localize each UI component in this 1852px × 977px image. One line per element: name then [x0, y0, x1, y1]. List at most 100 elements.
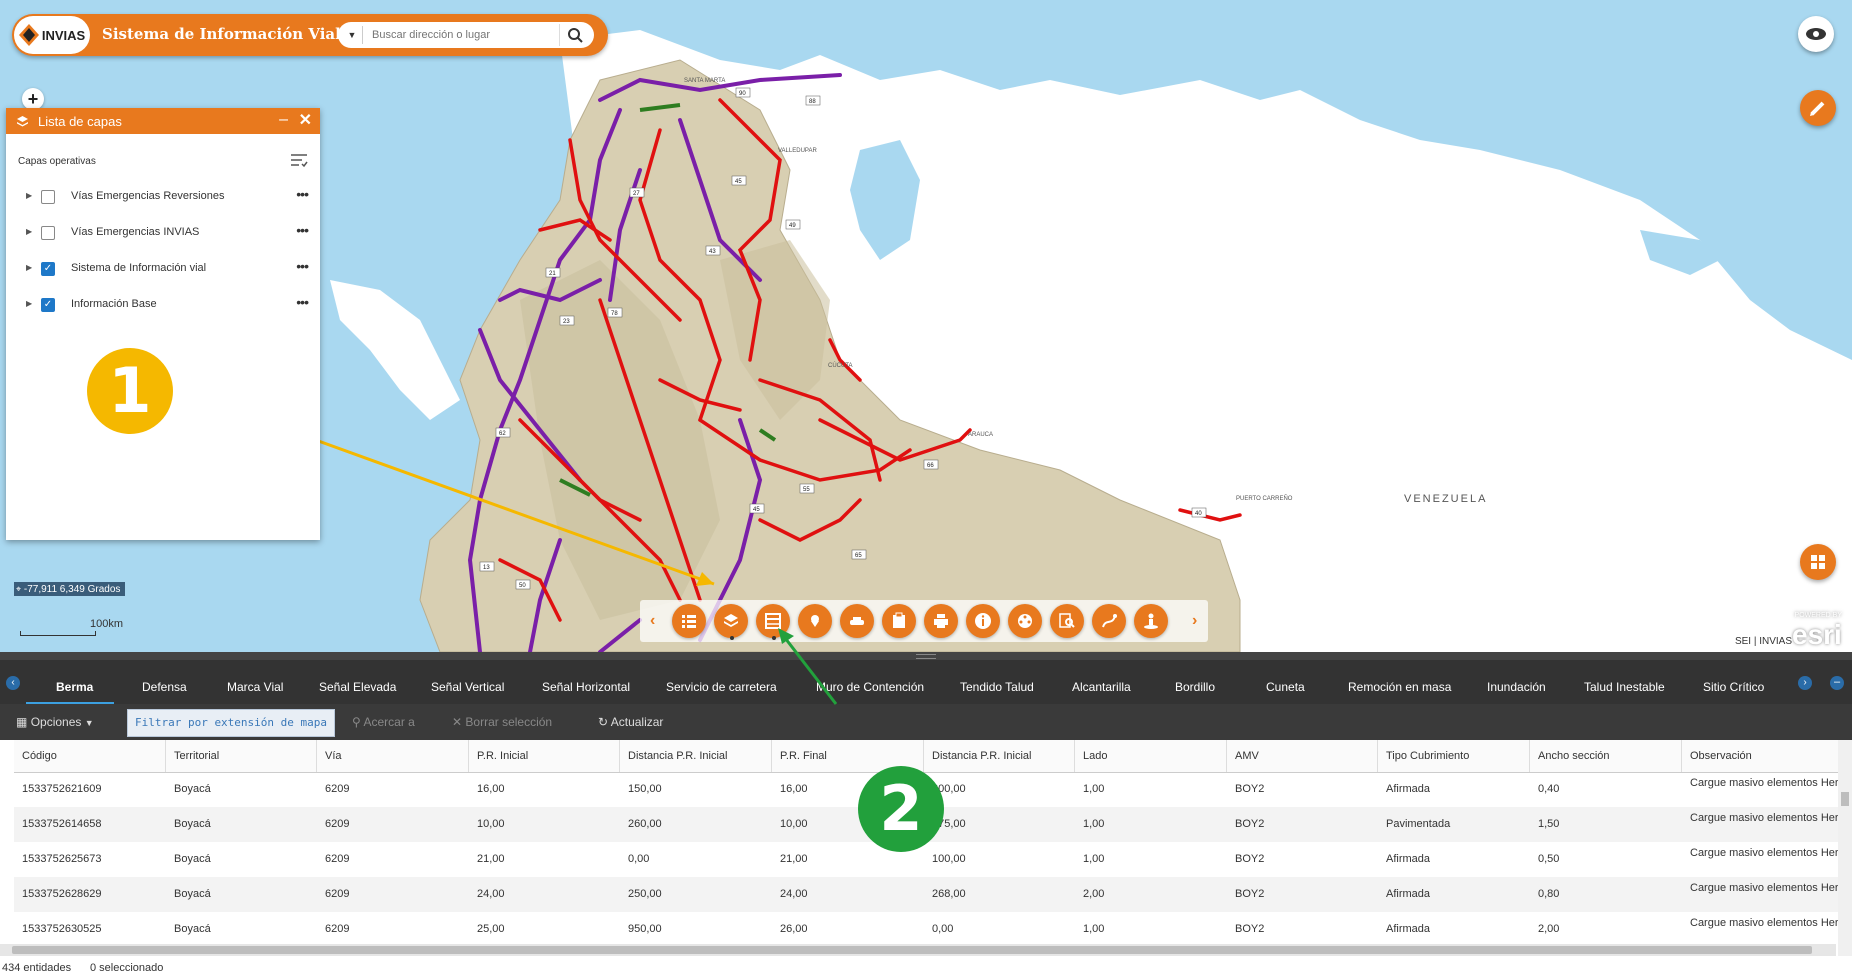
column-header[interactable]: Código [14, 740, 166, 772]
table-row[interactable]: 1533752628629 Boyacá 6209 24,00 250,00 24,00 2… [14, 877, 1838, 912]
legend-tool[interactable] [672, 604, 706, 638]
tab-senal-horizontal[interactable]: Señal Horizontal [542, 680, 630, 694]
person-location-tool[interactable] [1134, 604, 1168, 638]
column-header[interactable]: Distancia P.R. Inicial [620, 740, 772, 772]
film-tool[interactable] [1008, 604, 1042, 638]
search-source-dropdown[interactable]: ▼ [342, 26, 363, 44]
column-header[interactable]: Observación [1682, 740, 1838, 772]
info-icon [975, 613, 991, 629]
tab-alcantarilla[interactable]: Alcantarilla [1072, 680, 1131, 694]
layer-item[interactable]: ▶ Vías Emergencias Reversiones ••• [6, 182, 320, 212]
vertical-scrollbar[interactable] [1838, 740, 1852, 956]
zoom-in-button[interactable]: + [22, 88, 44, 110]
column-header[interactable]: Lado [1075, 740, 1227, 772]
tabs-scroll-left-icon[interactable]: ‹ [6, 676, 20, 690]
coordinates-readout: ⌖ -77,911 6,349 Grados [14, 582, 126, 596]
table-cell: Boyacá [174, 888, 211, 900]
page-dot[interactable] [730, 636, 734, 640]
table-row[interactable]: 1533752630525 Boyacá 6209 25,00 950,00 26,00 0… [14, 912, 1838, 947]
road-label: 43 [709, 249, 716, 255]
collapse-panel-icon[interactable]: – [1830, 676, 1844, 690]
person-pin-icon [1144, 613, 1158, 629]
table-cell: 0,00 [628, 853, 650, 865]
route-tool[interactable] [1092, 604, 1126, 638]
filter-by-extent-button[interactable]: Filtrar por extensión de mapa [127, 709, 335, 737]
more-options-icon[interactable]: ••• [296, 186, 309, 202]
tab-berma[interactable]: Berma [56, 680, 93, 694]
tab-talud-inestable[interactable]: Talud Inestable [1584, 680, 1665, 694]
tabs-scroll-right-icon[interactable]: › [1798, 676, 1812, 690]
tab-tendido-talud[interactable]: Tendido Talud [960, 680, 1034, 694]
chevron-left-icon[interactable]: ‹ [650, 612, 655, 630]
tab-inundacion[interactable]: Inundación [1487, 680, 1546, 694]
column-header[interactable]: Territorial [166, 740, 317, 772]
tab-cuneta[interactable]: Cuneta [1266, 680, 1305, 694]
map-view[interactable]: VENEZUELA ARAUCA PUERTO CARREÑO CÚCUTA S… [0, 0, 1852, 652]
column-header[interactable]: Ancho sección [1530, 740, 1682, 772]
road-label: 21 [549, 271, 556, 277]
edit-button[interactable] [1800, 90, 1836, 126]
tab-bordillo[interactable]: Bordillo [1175, 680, 1215, 694]
report-tool[interactable] [882, 604, 916, 638]
layer-checkbox[interactable] [41, 226, 55, 240]
scroll-thumb[interactable] [1841, 792, 1849, 806]
search-input[interactable] [370, 25, 554, 45]
print-tool[interactable] [924, 604, 958, 638]
status-bar: 434 entidades 0 seleccionado [0, 958, 1852, 977]
refresh-button[interactable]: ↻ Actualizar [598, 715, 663, 729]
clear-selection-button[interactable]: ✕ Borrar selección [452, 715, 552, 729]
road-label: 49 [789, 223, 796, 229]
tab-senal-elevada[interactable]: Señal Elevada [319, 680, 396, 694]
query-tool[interactable] [1050, 604, 1084, 638]
clipboard-icon [893, 612, 905, 628]
column-header[interactable]: Tipo Cubrimiento [1378, 740, 1530, 772]
column-header[interactable]: Distancia P.R. Inicial [924, 740, 1075, 772]
table-cell: BOY2 [1235, 853, 1265, 865]
tab-servicio-carretera[interactable]: Servicio de carretera [666, 680, 777, 694]
expand-icon[interactable]: ▶ [26, 299, 32, 308]
tab-marca-vial[interactable]: Marca Vial [227, 680, 283, 694]
tab-sitio-critico[interactable]: Sitio Crítico [1703, 680, 1764, 694]
horizontal-scrollbar[interactable] [0, 944, 1836, 956]
table-cell: 1533752628629 [22, 888, 102, 900]
minimize-button[interactable]: – [279, 111, 288, 129]
scroll-thumb[interactable] [12, 946, 1812, 954]
entity-count: 434 entidades [2, 962, 72, 974]
layers-tool[interactable] [714, 604, 748, 638]
expand-icon[interactable]: ▶ [26, 191, 32, 200]
layer-item[interactable]: ▶ ✓ Información Base ••• [6, 290, 320, 320]
table-cell: 1533752621609 [22, 783, 102, 795]
table-cell: 475,00 [932, 818, 966, 830]
column-header[interactable]: P.R. Inicial [469, 740, 620, 772]
layer-item[interactable]: ▶ Vías Emergencias INVIAS ••• [6, 218, 320, 248]
filter-list-icon[interactable] [290, 152, 308, 168]
expand-icon[interactable]: ▶ [26, 263, 32, 272]
table-cell: 2,00 [1083, 888, 1105, 900]
zoom-to-button[interactable]: ⚲ Acercar a [352, 715, 415, 729]
film-reel-icon [1018, 614, 1032, 628]
splitter-handle[interactable] [916, 654, 936, 659]
chevron-right-icon[interactable]: › [1192, 612, 1197, 630]
more-options-icon[interactable]: ••• [296, 258, 309, 274]
search-button[interactable] [559, 24, 590, 46]
layer-checkbox[interactable]: ✓ [41, 262, 55, 276]
tab-defensa[interactable]: Defensa [142, 680, 187, 694]
column-header[interactable]: Vía [317, 740, 469, 772]
apps-button[interactable] [1800, 544, 1836, 580]
expand-icon[interactable]: ▶ [26, 227, 32, 236]
close-button[interactable]: ✕ [299, 110, 312, 130]
layer-item[interactable]: ▶ ✓ Sistema de Información vial ••• [6, 254, 320, 284]
table-cell: 1533752625673 [22, 853, 102, 865]
tab-senal-vertical[interactable]: Señal Vertical [431, 680, 504, 694]
tab-remocion-masa[interactable]: Remoción en masa [1348, 680, 1451, 694]
options-menu[interactable]: ▦ Opciones ▼ [16, 715, 94, 729]
column-header[interactable]: AMV [1227, 740, 1378, 772]
table-row[interactable]: 1533752625673 Boyacá 6209 21,00 0,00 21,00 100… [14, 842, 1838, 877]
more-options-icon[interactable]: ••• [296, 294, 309, 310]
panel-splitter[interactable] [0, 652, 1852, 660]
visibility-button[interactable] [1798, 16, 1834, 52]
layer-checkbox[interactable]: ✓ [41, 298, 55, 312]
layer-checkbox[interactable] [41, 190, 55, 204]
more-options-icon[interactable]: ••• [296, 222, 309, 238]
info-tool[interactable] [966, 604, 1000, 638]
